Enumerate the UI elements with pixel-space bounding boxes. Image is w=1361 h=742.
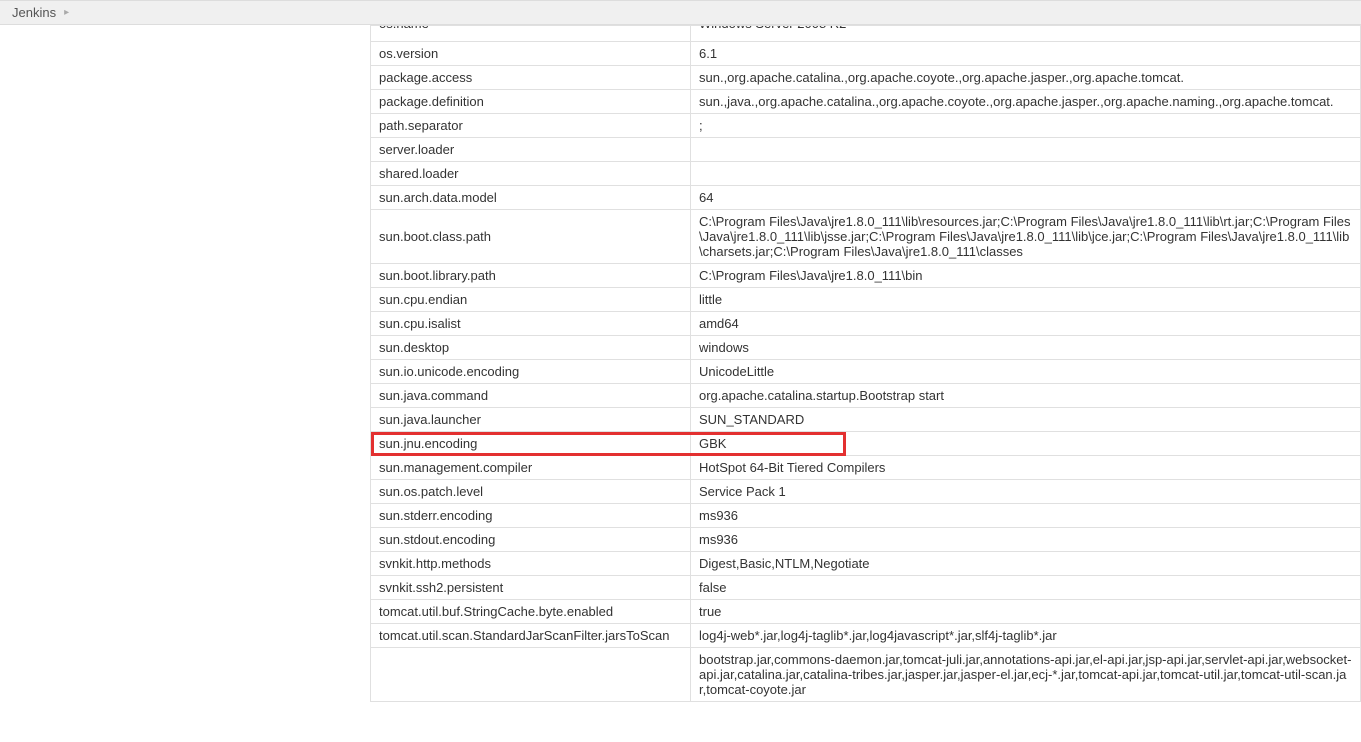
table-row: shared.loader <box>371 162 1361 186</box>
property-name: svnkit.http.methods <box>371 552 691 576</box>
property-name: sun.io.unicode.encoding <box>371 360 691 384</box>
property-value: sun.,java.,org.apache.catalina.,org.apac… <box>691 90 1361 114</box>
property-name: sun.boot.library.path <box>371 264 691 288</box>
property-name: sun.stdout.encoding <box>371 528 691 552</box>
property-value: UnicodeLittle <box>691 360 1361 384</box>
property-name: server.loader <box>371 138 691 162</box>
property-value: sun.,org.apache.catalina.,org.apache.coy… <box>691 66 1361 90</box>
property-value: SUN_STANDARD <box>691 408 1361 432</box>
property-value: C:\Program Files\Java\jre1.8.0_111\bin <box>691 264 1361 288</box>
table-row: sun.management.compilerHotSpot 64-Bit Ti… <box>371 456 1361 480</box>
table-row: sun.desktopwindows <box>371 336 1361 360</box>
property-name <box>371 648 691 702</box>
table-row: sun.stdout.encodingms936 <box>371 528 1361 552</box>
table-row: sun.stderr.encodingms936 <box>371 504 1361 528</box>
property-name: tomcat.util.scan.StandardJarScanFilter.j… <box>371 624 691 648</box>
property-value: bootstrap.jar,commons-daemon.jar,tomcat-… <box>691 648 1361 702</box>
property-value: log4j-web*.jar,log4j-taglib*.jar,log4jav… <box>691 624 1361 648</box>
breadcrumb: Jenkins ▸ <box>0 0 1361 25</box>
property-value: org.apache.catalina.startup.Bootstrap st… <box>691 384 1361 408</box>
system-properties-table: os.nameWindows Server 2008 R2os.version6… <box>370 25 1361 702</box>
property-name: sun.boot.class.path <box>371 210 691 264</box>
property-name: path.separator <box>371 114 691 138</box>
property-name: package.definition <box>371 90 691 114</box>
property-value: Digest,Basic,NTLM,Negotiate <box>691 552 1361 576</box>
property-name: sun.stderr.encoding <box>371 504 691 528</box>
property-value: 6.1 <box>691 42 1361 66</box>
property-value: little <box>691 288 1361 312</box>
property-name: tomcat.util.buf.StringCache.byte.enabled <box>371 600 691 624</box>
table-row: package.definitionsun.,java.,org.apache.… <box>371 90 1361 114</box>
property-value: true <box>691 600 1361 624</box>
property-value: ms936 <box>691 504 1361 528</box>
table-row: sun.cpu.isalistamd64 <box>371 312 1361 336</box>
property-value <box>691 162 1361 186</box>
table-row: os.version6.1 <box>371 42 1361 66</box>
property-name: sun.arch.data.model <box>371 186 691 210</box>
chevron-right-icon: ▸ <box>64 7 69 18</box>
table-row: package.accesssun.,org.apache.catalina.,… <box>371 66 1361 90</box>
property-value: HotSpot 64-Bit Tiered Compilers <box>691 456 1361 480</box>
property-name: sun.cpu.endian <box>371 288 691 312</box>
table-row: path.separator; <box>371 114 1361 138</box>
property-value: C:\Program Files\Java\jre1.8.0_111\lib\r… <box>691 210 1361 264</box>
property-name: sun.os.patch.level <box>371 480 691 504</box>
property-value: ; <box>691 114 1361 138</box>
property-value: amd64 <box>691 312 1361 336</box>
table-row: bootstrap.jar,commons-daemon.jar,tomcat-… <box>371 648 1361 702</box>
property-name: sun.java.launcher <box>371 408 691 432</box>
table-row: tomcat.util.buf.StringCache.byte.enabled… <box>371 600 1361 624</box>
breadcrumb-jenkins[interactable]: Jenkins <box>12 5 56 20</box>
property-value: GBK <box>691 432 1361 456</box>
table-row: os.nameWindows Server 2008 R2 <box>371 26 1361 42</box>
property-name: sun.cpu.isalist <box>371 312 691 336</box>
property-name: sun.management.compiler <box>371 456 691 480</box>
table-row: sun.boot.library.pathC:\Program Files\Ja… <box>371 264 1361 288</box>
property-value: ms936 <box>691 528 1361 552</box>
table-row: sun.arch.data.model64 <box>371 186 1361 210</box>
table-row: svnkit.ssh2.persistentfalse <box>371 576 1361 600</box>
property-value: Windows Server 2008 R2 <box>691 26 1361 42</box>
property-name: sun.jnu.encoding <box>371 432 691 456</box>
property-name: svnkit.ssh2.persistent <box>371 576 691 600</box>
property-value: Service Pack 1 <box>691 480 1361 504</box>
content-wrapper: os.nameWindows Server 2008 R2os.version6… <box>0 25 1361 702</box>
property-name: os.version <box>371 42 691 66</box>
table-row: sun.os.patch.levelService Pack 1 <box>371 480 1361 504</box>
property-value: windows <box>691 336 1361 360</box>
table-row: sun.java.launcherSUN_STANDARD <box>371 408 1361 432</box>
property-name: shared.loader <box>371 162 691 186</box>
table-row: svnkit.http.methodsDigest,Basic,NTLM,Neg… <box>371 552 1361 576</box>
table-row: sun.java.commandorg.apache.catalina.star… <box>371 384 1361 408</box>
table-row: server.loader <box>371 138 1361 162</box>
property-name: package.access <box>371 66 691 90</box>
property-name: sun.java.command <box>371 384 691 408</box>
property-name: sun.desktop <box>371 336 691 360</box>
property-value: false <box>691 576 1361 600</box>
property-name: os.name <box>371 26 691 42</box>
table-row: sun.io.unicode.encodingUnicodeLittle <box>371 360 1361 384</box>
property-value <box>691 138 1361 162</box>
table-row: sun.jnu.encodingGBK <box>371 432 1361 456</box>
table-row: sun.boot.class.pathC:\Program Files\Java… <box>371 210 1361 264</box>
table-row: sun.cpu.endianlittle <box>371 288 1361 312</box>
table-row: tomcat.util.scan.StandardJarScanFilter.j… <box>371 624 1361 648</box>
property-value: 64 <box>691 186 1361 210</box>
